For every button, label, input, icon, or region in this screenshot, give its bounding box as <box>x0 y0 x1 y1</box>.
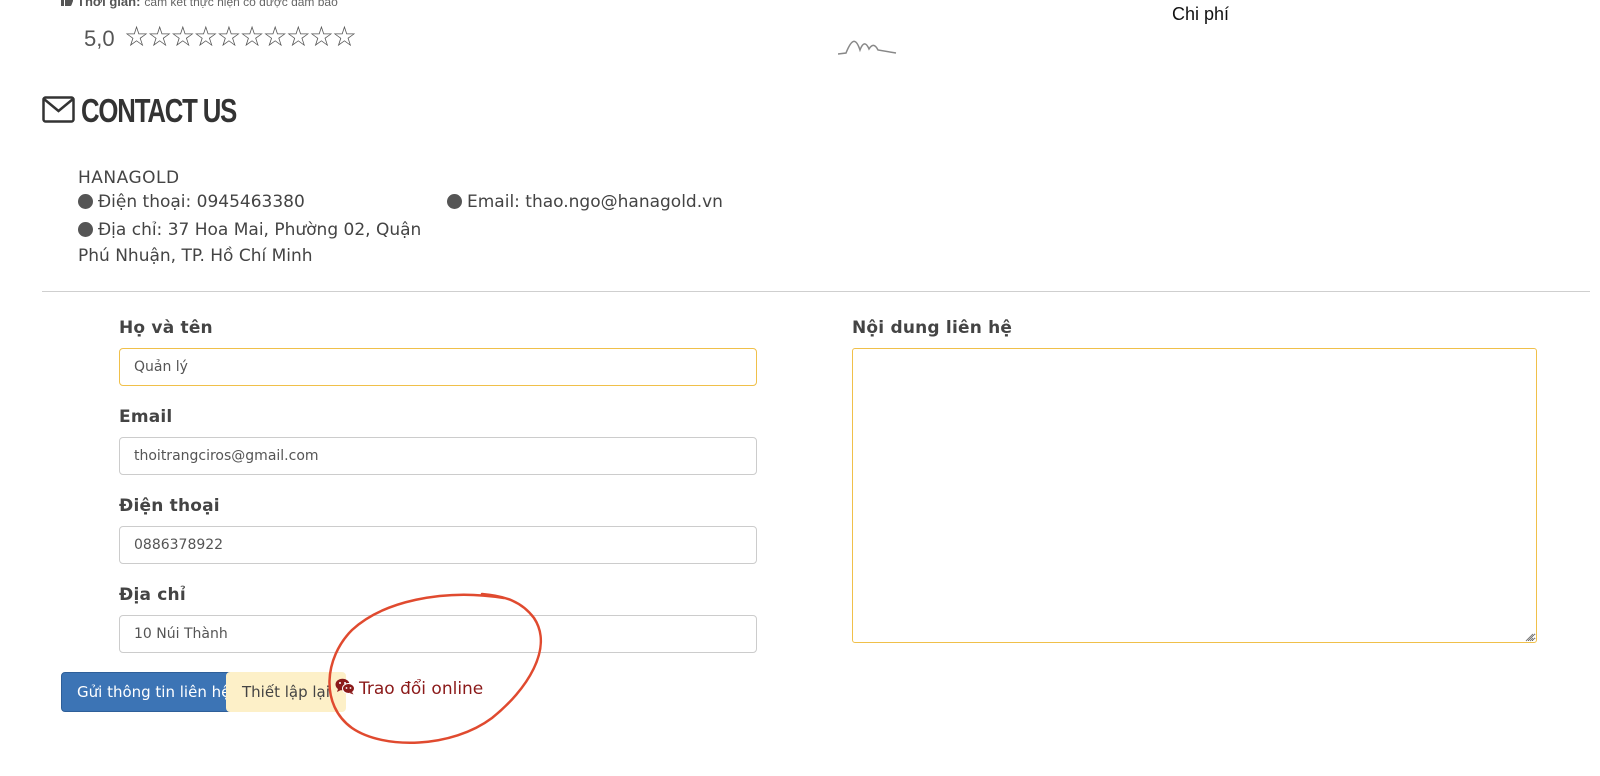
phone-text: Điện thoại: 0945463380 <box>98 192 305 212</box>
phone-field[interactable] <box>119 526 757 564</box>
company-name: HANAGOLD <box>78 168 180 188</box>
sparkline-graphic <box>838 40 897 55</box>
name-field[interactable] <box>119 348 757 386</box>
wechat-icon <box>335 678 355 700</box>
address-label: Địa chỉ <box>119 585 186 605</box>
company-phone: Điện thoại: 0945463380 <box>78 192 305 212</box>
message-label: Nội dung liên hệ <box>852 318 1013 338</box>
name-label: Họ và tên <box>119 318 213 338</box>
email-text: Email: thao.ngo@hanagold.vn <box>467 192 723 212</box>
page-title: CONTACT US <box>81 92 237 129</box>
top-cut-criterion: Thời gian: cam kết thực hiện có được đảm … <box>60 0 338 9</box>
address-field[interactable] <box>119 615 757 653</box>
bullet-icon <box>78 194 93 209</box>
envelope-icon <box>42 95 75 127</box>
address-text: Địa chỉ: 37 Hoa Mai, Phường 02, Quận Phú… <box>78 220 422 266</box>
email-label: Email <box>119 407 173 427</box>
rating-stars[interactable]: ☆☆☆☆☆☆☆☆☆☆ <box>124 20 357 53</box>
annotation-circle <box>328 592 543 744</box>
section-divider <box>42 291 1590 292</box>
thumbs-up-icon <box>60 0 74 9</box>
submit-button[interactable]: Gửi thông tin liên hệ <box>61 672 247 712</box>
bullet-icon <box>447 194 462 209</box>
chat-online-link[interactable]: Trao đổi online <box>335 678 483 700</box>
criterion-value: cam kết thực hiện có được đảm bảo <box>144 0 338 9</box>
company-address: Địa chỉ: 37 Hoa Mai, Phường 02, Quận Phú… <box>78 217 423 269</box>
company-email: Email: thao.ngo@hanagold.vn <box>447 192 723 212</box>
resize-grip-icon[interactable] <box>1524 632 1534 642</box>
bullet-icon <box>78 222 93 237</box>
cost-label: Chi phí <box>1172 4 1230 24</box>
chat-online-label: Trao đổi online <box>359 679 484 699</box>
rating-value: 5,0 <box>84 26 115 51</box>
reset-button[interactable]: Thiết lập lại <box>226 672 346 712</box>
criterion-label: Thời gian: <box>77 0 141 9</box>
phone-label: Điện thoại <box>119 496 220 516</box>
contact-heading: CONTACT US <box>42 92 280 130</box>
message-field[interactable] <box>852 348 1537 643</box>
email-field[interactable] <box>119 437 757 475</box>
